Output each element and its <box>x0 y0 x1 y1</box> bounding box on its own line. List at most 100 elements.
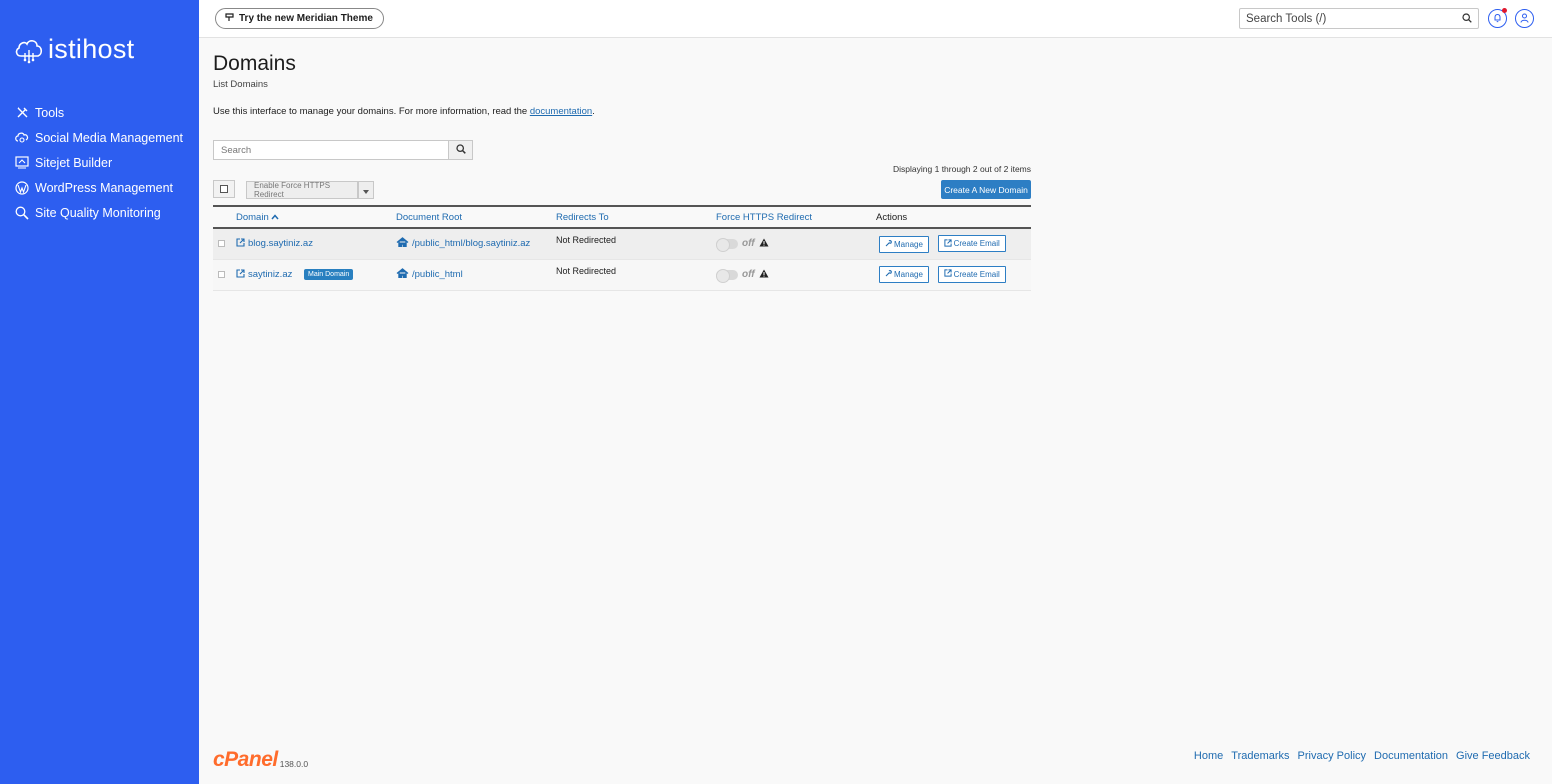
domain-name: blog.saytiniz.az <box>248 238 313 250</box>
external-link-icon <box>236 238 245 250</box>
domain-search-box <box>213 140 449 160</box>
force-https-toggle[interactable] <box>716 268 738 283</box>
header-domain[interactable]: Domain <box>236 206 396 228</box>
page-title: Domains <box>213 52 296 75</box>
topbar: Try the new Meridian Theme <box>199 0 1552 38</box>
sidebar-item-site-quality[interactable]: Site Quality Monitoring <box>0 200 199 225</box>
header-select <box>213 206 236 228</box>
create-email-label: Create Email <box>953 269 1000 279</box>
toggle-state-label: off <box>742 269 755 280</box>
external-link-icon <box>236 268 245 281</box>
document-root-link[interactable]: /public_html <box>396 268 463 281</box>
sidebar-item-label: Social Media Management <box>35 130 183 145</box>
checkbox-box <box>220 185 228 193</box>
redirects-to-value: Not Redirected <box>556 266 617 276</box>
user-icon <box>1520 12 1529 26</box>
sort-ascending-icon <box>271 212 279 223</box>
header-document-root[interactable]: Document Root <box>396 206 556 228</box>
sidebar-item-social-media[interactable]: Social Media Management <box>0 125 199 150</box>
table-row: saytiniz.az Main Domain /public_html Not… <box>213 259 1031 290</box>
try-meridian-theme-button[interactable]: Try the new Meridian Theme <box>215 8 384 29</box>
theme-button-label: Try the new Meridian Theme <box>239 13 373 24</box>
table-row: blog.saytiniz.az /public_html/blog.sayti… <box>213 228 1031 259</box>
sidebar-item-label: Sitejet Builder <box>35 155 113 170</box>
domain-name: saytiniz.az <box>248 269 293 280</box>
domain-link[interactable]: saytiniz.az <box>236 268 293 281</box>
bulk-action-button[interactable]: Enable Force HTTPS Redirect <box>246 181 358 199</box>
main-domain-badge: Main Domain <box>304 269 354 281</box>
warning-icon[interactable] <box>759 238 769 250</box>
documentation-link[interactable]: documentation <box>530 106 592 117</box>
search-icon[interactable] <box>1462 12 1472 26</box>
row-select-cell <box>213 259 236 290</box>
footer-link-trademarks[interactable]: Trademarks <box>1231 750 1289 762</box>
domains-table: Domain Document Root Redirects To Force … <box>213 205 1031 291</box>
pagination-summary: Displaying 1 through 2 out of 2 items <box>893 164 1031 174</box>
sidebar-item-sitejet[interactable]: Sitejet Builder <box>0 150 199 175</box>
row-checkbox[interactable] <box>218 271 225 278</box>
user-menu-button[interactable] <box>1515 9 1534 28</box>
document-root-link[interactable]: /public_html/blog.saytiniz.az <box>396 237 530 250</box>
header-force-https[interactable]: Force HTTPS Redirect <box>716 206 876 228</box>
wrench-icon <box>885 239 892 249</box>
bell-icon <box>1493 12 1502 26</box>
external-link-icon <box>943 269 952 279</box>
sidebar-item-label: Site Quality Monitoring <box>35 205 161 220</box>
caret-down-icon <box>363 183 369 197</box>
header-redirects-to[interactable]: Redirects To <box>556 206 716 228</box>
row-checkbox[interactable] <box>218 240 225 248</box>
notifications-button[interactable] <box>1488 8 1507 28</box>
force-https-cell: off <box>716 228 876 259</box>
external-link-icon <box>943 238 952 249</box>
cloud-logo-icon <box>15 39 43 63</box>
notification-dot <box>1502 8 1507 13</box>
domain-search-button[interactable] <box>448 140 473 160</box>
cpanel-logo: cPanel 138.0.0 <box>213 749 308 770</box>
sidebar-item-wordpress[interactable]: WordPress Management <box>0 175 199 200</box>
header-actions: Actions <box>876 211 908 223</box>
redirects-to-cell: Not Redirected <box>556 259 716 290</box>
table-header-row: Domain Document Root Redirects To Force … <box>213 206 1031 228</box>
home-icon <box>396 268 409 281</box>
create-email-button[interactable]: Create Email <box>937 265 1006 283</box>
create-new-domain-button[interactable]: Create A New Domain <box>941 180 1031 199</box>
domain-search-input[interactable] <box>221 144 448 156</box>
footer-link-privacy-policy[interactable]: Privacy Policy <box>1298 750 1366 762</box>
footer-link-documentation[interactable]: Documentation <box>1374 750 1448 762</box>
header-domain-label: Domain <box>236 211 269 223</box>
sidebar-nav: Tools Social Media Management Sitejet Bu… <box>0 100 199 225</box>
force-https-toggle[interactable] <box>716 237 738 252</box>
sidebar: istihost Tools Social Media Management S… <box>0 0 199 784</box>
sidebar-item-tools[interactable]: Tools <box>0 100 199 125</box>
row-select-cell <box>213 228 236 259</box>
cpanel-wordmark: cPanel <box>213 748 278 771</box>
actions-cell: Manage Create Email <box>876 259 1031 290</box>
manage-label: Manage <box>894 270 923 280</box>
manage-button[interactable]: Manage <box>879 235 929 253</box>
create-email-label: Create Email <box>953 239 1000 248</box>
intro-suffix: . <box>592 106 595 117</box>
brand-logo[interactable]: istihost <box>14 34 134 65</box>
footer-links: Home Trademarks Privacy Policy Documenta… <box>1194 750 1530 762</box>
redirects-to-cell: Not Redirected <box>556 228 716 259</box>
magnifier-icon <box>15 206 29 220</box>
brand-name: istihost <box>48 34 135 64</box>
bulk-action-dropdown[interactable] <box>358 181 374 199</box>
domain-cell: saytiniz.az Main Domain <box>236 259 396 290</box>
page-subtitle: List Domains <box>213 79 268 90</box>
manage-button[interactable]: Manage <box>879 266 929 284</box>
intro-prefix: Use this interface to manage your domain… <box>213 106 530 117</box>
document-root-cell: /public_html/blog.saytiniz.az <box>396 228 556 259</box>
domain-link[interactable]: blog.saytiniz.az <box>236 238 313 250</box>
theme-icon <box>225 12 234 25</box>
create-email-button[interactable]: Create Email <box>937 235 1006 252</box>
domain-cell: blog.saytiniz.az <box>236 228 396 259</box>
home-icon <box>396 237 409 250</box>
toggle-state-label: off <box>742 238 755 250</box>
footer-link-home[interactable]: Home <box>1194 750 1223 762</box>
select-all-checkbox[interactable] <box>213 180 235 198</box>
search-tools-input[interactable] <box>1246 12 1462 25</box>
actions-cell: Manage Create Email <box>876 228 1031 259</box>
warning-icon[interactable] <box>759 269 769 281</box>
footer-link-give-feedback[interactable]: Give Feedback <box>1456 750 1530 762</box>
